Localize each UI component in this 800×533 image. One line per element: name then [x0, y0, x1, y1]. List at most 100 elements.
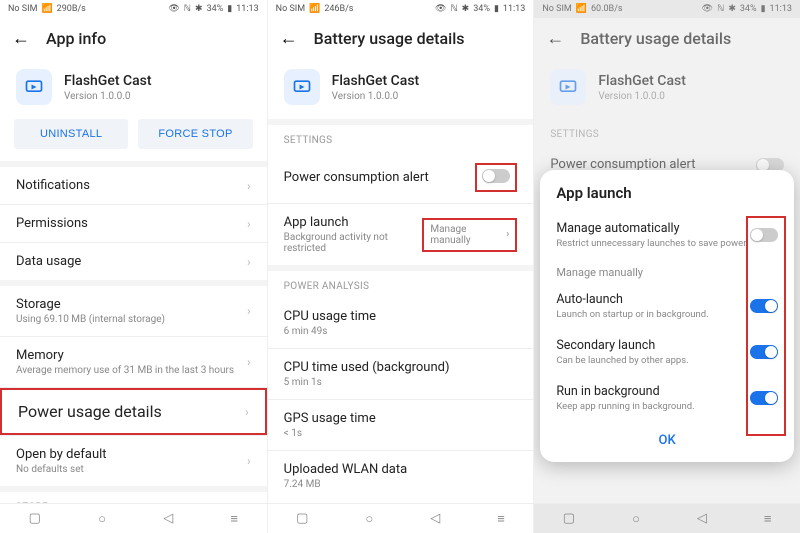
- nfc-icon: ℕ: [717, 4, 724, 14]
- app-name: FlashGet Cast: [64, 73, 152, 89]
- clock: 11:13: [503, 4, 525, 14]
- nav-drawer-icon[interactable]: ≡: [230, 511, 238, 527]
- settings-header: SETTINGS: [534, 119, 800, 146]
- status-bar: No SIM 📶 290B/s 👁 ℕ ✱ 34% ▮ 11:13: [0, 0, 267, 18]
- nav-recent-icon[interactable]: ▢: [563, 511, 575, 526]
- page-title: Battery usage details: [580, 29, 731, 48]
- bt-icon: ✱: [195, 4, 203, 14]
- chevron-right-icon: ›: [506, 229, 509, 240]
- battery-pct: 34%: [473, 4, 490, 14]
- nav-bar: ▢ ○ ◁ ≡: [534, 503, 800, 533]
- nav-recent-icon[interactable]: ▢: [296, 511, 308, 526]
- chevron-right-icon: ›: [247, 304, 251, 318]
- header: ← App info: [0, 18, 267, 59]
- row-wlan: Uploaded WLAN data 7.24 MB: [268, 451, 534, 501]
- row-open-default[interactable]: Open by default No defaults set ›: [0, 436, 267, 486]
- sim-status: No SIM: [276, 4, 305, 14]
- dialog-title: App launch: [540, 170, 794, 212]
- eye-icon: 👁: [435, 4, 446, 14]
- app-icon: [16, 69, 52, 105]
- row-permissions[interactable]: Permissions ›: [0, 205, 267, 242]
- nav-back-icon[interactable]: ◁: [163, 511, 173, 526]
- row-cpu-bg: CPU time used (background) 5 min 1s: [268, 349, 534, 399]
- power-analysis-header: POWER ANALYSIS: [268, 271, 534, 298]
- app-version: Version 1.0.0.0: [64, 91, 152, 102]
- bt-icon: ✱: [728, 4, 736, 14]
- app-icon: [284, 69, 320, 105]
- row-power-alert[interactable]: Power consumption alert: [268, 152, 534, 203]
- manage-manually-button[interactable]: Manage manually ›: [422, 218, 517, 252]
- app-icon: [550, 69, 586, 105]
- settings-header: SETTINGS: [268, 125, 534, 152]
- row-gps: GPS usage time < 1s: [268, 400, 534, 450]
- chevron-right-icon: ›: [247, 179, 251, 193]
- battery-icon: ▮: [494, 4, 499, 14]
- chevron-right-icon: ›: [247, 217, 251, 231]
- signal-icon: 📶: [309, 4, 320, 14]
- nav-drawer-icon[interactable]: ≡: [764, 511, 772, 527]
- app-launch-dialog: App launch Manage automatically Restrict…: [540, 170, 794, 462]
- row-cpu-time: CPU usage time 6 min 49s: [268, 298, 534, 348]
- battery-icon: ▮: [761, 4, 766, 14]
- signal-icon: 📶: [41, 4, 52, 14]
- screen-app-launch-dialog: No SIM 📶 60.0B/s 👁 ℕ ✱ 34% ▮ 11:13 ← Bat…: [533, 0, 800, 533]
- clock: 11:13: [236, 4, 258, 14]
- app-info-block: FlashGet Cast Version 1.0.0.0: [0, 59, 267, 119]
- app-name: FlashGet Cast: [598, 73, 686, 89]
- nfc-icon: ℕ: [184, 4, 191, 14]
- highlight-box: [746, 216, 786, 436]
- row-storage[interactable]: Storage Using 69.10 MB (internal storage…: [0, 286, 267, 336]
- app-info-block: FlashGet Cast Version 1.0.0.0: [268, 59, 534, 119]
- nfc-icon: ℕ: [450, 4, 457, 14]
- sim-status: No SIM: [542, 4, 571, 14]
- screen-battery-usage: No SIM 📶 246B/s 👁 ℕ ✱ 34% ▮ 11:13 ← Batt…: [267, 0, 534, 533]
- row-notifications[interactable]: Notifications ›: [0, 167, 267, 204]
- row-power-usage[interactable]: Power usage details ›: [0, 388, 267, 435]
- chevron-right-icon: ›: [247, 255, 251, 269]
- toggle-power-alert[interactable]: [482, 169, 510, 183]
- app-info-block: FlashGet Cast Version 1.0.0.0: [534, 59, 800, 119]
- nav-drawer-icon[interactable]: ≡: [497, 511, 505, 527]
- app-name: FlashGet Cast: [332, 73, 420, 89]
- force-stop-button[interactable]: FORCE STOP: [138, 119, 252, 149]
- page-title: App info: [46, 29, 106, 48]
- row-memory[interactable]: Memory Average memory use of 31 MB in th…: [0, 337, 267, 387]
- clock: 11:13: [770, 4, 792, 14]
- screen-app-info: No SIM 📶 290B/s 👁 ℕ ✱ 34% ▮ 11:13 ← App …: [0, 0, 267, 533]
- uninstall-button[interactable]: UNINSTALL: [14, 119, 128, 149]
- header: ← Battery usage details: [268, 18, 534, 59]
- battery-pct: 34%: [740, 4, 757, 14]
- nav-home-icon[interactable]: ○: [632, 511, 640, 527]
- net-speed: 60.0B/s: [591, 4, 623, 14]
- nav-bar: ▢ ○ ◁ ≡: [0, 503, 267, 533]
- nav-bar: ▢ ○ ◁ ≡: [268, 503, 534, 533]
- row-app-launch[interactable]: App launch Background activity not restr…: [268, 204, 534, 265]
- sim-status: No SIM: [8, 4, 37, 14]
- chevron-right-icon: ›: [247, 355, 251, 369]
- nav-recent-icon[interactable]: ▢: [29, 511, 41, 526]
- eye-icon: 👁: [168, 4, 179, 14]
- signal-icon: 📶: [576, 4, 587, 14]
- net-speed: 290B/s: [57, 4, 86, 14]
- app-version: Version 1.0.0.0: [332, 91, 420, 102]
- chevron-right-icon: ›: [245, 405, 249, 419]
- back-icon[interactable]: ←: [546, 28, 564, 49]
- nav-back-icon[interactable]: ◁: [697, 511, 707, 526]
- status-bar: No SIM 📶 60.0B/s 👁 ℕ ✱ 34% ▮ 11:13: [534, 0, 800, 18]
- bt-icon: ✱: [462, 4, 470, 14]
- nav-back-icon[interactable]: ◁: [430, 511, 440, 526]
- page-title: Battery usage details: [314, 29, 465, 48]
- chevron-right-icon: ›: [247, 454, 251, 468]
- store-header: STORE: [0, 492, 267, 503]
- header: ← Battery usage details: [534, 18, 800, 59]
- row-data-usage[interactable]: Data usage ›: [0, 243, 267, 280]
- net-speed: 246B/s: [324, 4, 353, 14]
- back-icon[interactable]: ←: [12, 28, 30, 49]
- eye-icon: 👁: [702, 4, 713, 14]
- nav-home-icon[interactable]: ○: [98, 511, 106, 527]
- status-bar: No SIM 📶 246B/s 👁 ℕ ✱ 34% ▮ 11:13: [268, 0, 534, 18]
- battery-pct: 34%: [207, 4, 224, 14]
- battery-icon: ▮: [227, 4, 232, 14]
- back-icon[interactable]: ←: [280, 28, 298, 49]
- nav-home-icon[interactable]: ○: [365, 511, 373, 527]
